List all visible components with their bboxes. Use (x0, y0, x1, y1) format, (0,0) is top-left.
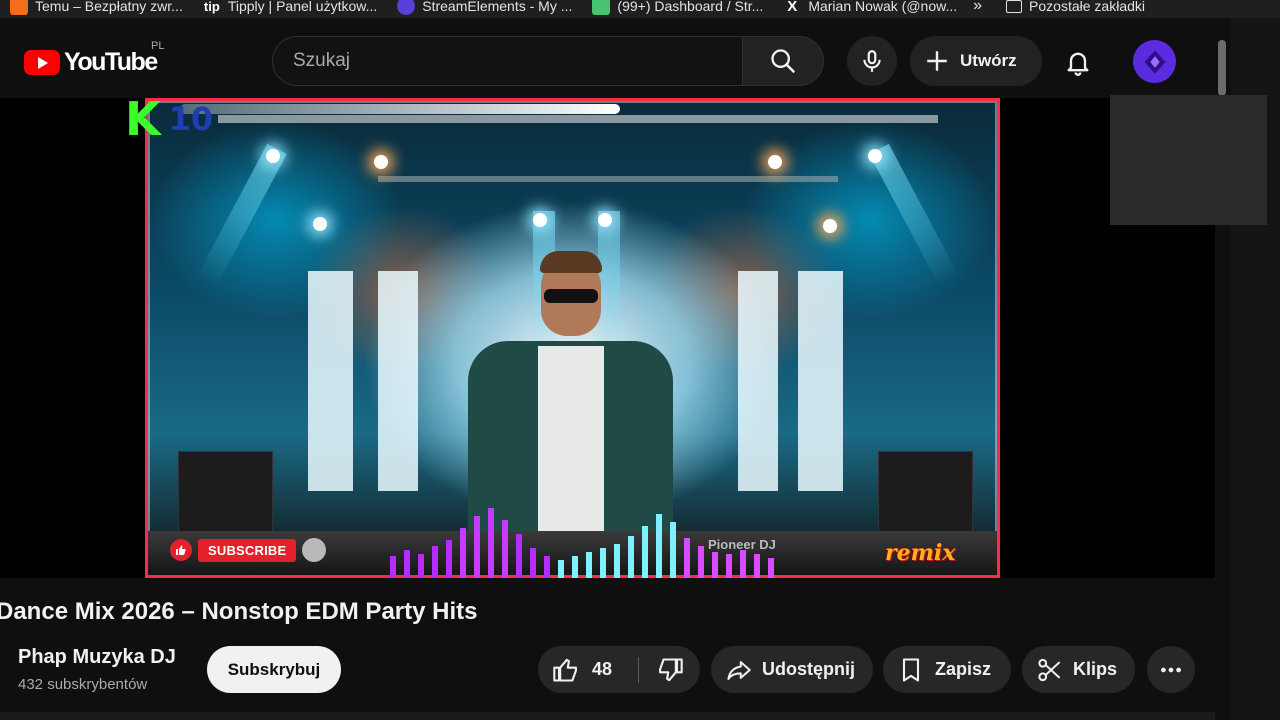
preview-thumbnail[interactable] (1110, 95, 1267, 225)
led-panel (798, 271, 843, 491)
create-label: Utwórz (960, 51, 1017, 70)
led-panel (738, 271, 778, 491)
bookmark-label: StreamElements - My ... (422, 0, 573, 14)
light-beam (869, 143, 960, 287)
more-horizontal-icon (1161, 667, 1181, 672)
stage-truss (378, 176, 838, 182)
bookmark-label: Pozostałe zakładki (1029, 0, 1145, 14)
avatar-logo-icon (1144, 49, 1165, 74)
channel-name[interactable]: Phap Muzyka DJ (18, 646, 176, 669)
youtube-logo[interactable]: YouTube (24, 48, 158, 77)
thumbs-up-icon (553, 658, 577, 682)
search-input[interactable]: Szukaj (272, 36, 742, 86)
bookmarks-overflow-button[interactable]: » (973, 0, 982, 15)
notifications-button[interactable] (1060, 44, 1096, 80)
bookmark-streamelements[interactable]: StreamElements - My ... (387, 0, 582, 15)
dj-sunglasses (544, 289, 598, 303)
stage-light (598, 213, 612, 227)
watermark-number: 10 (168, 100, 214, 138)
save-button[interactable]: Zapisz (883, 646, 1011, 693)
account-avatar[interactable] (1133, 40, 1176, 83)
subscribe-overlay-label: SUBSCRIBE (198, 538, 297, 562)
video-title: Dance Mix 2026 – Nonstop EDM Party Hits (0, 598, 478, 625)
watermark-k: K (125, 92, 161, 146)
channel-watermark: K 10 (125, 96, 213, 142)
stage-light (768, 155, 782, 169)
microphone-icon (863, 50, 881, 72)
clip-button[interactable]: Klips (1022, 646, 1135, 693)
share-arrow-icon (727, 660, 751, 680)
dislike-button[interactable] (639, 656, 700, 684)
search-placeholder: Szukaj (293, 50, 351, 71)
save-label: Zapisz (935, 659, 992, 679)
like-dislike-bar: 48 (538, 646, 700, 693)
page-scrollbar-thumb[interactable] (1218, 40, 1226, 96)
bookmarks-other-folder[interactable]: Pozostałe zakładki (996, 0, 1155, 15)
bookmark-label: Temu – Bezpłatny zwr... (35, 0, 183, 14)
youtube-header: YouTube PL Szukaj Utwórz (0, 18, 1230, 98)
bookmark-label: Tipply | Panel użytkow... (227, 0, 378, 14)
bell-icon (1067, 52, 1089, 76)
logo-text: YouTube (64, 48, 158, 76)
streamelements-icon (397, 0, 416, 15)
bookmark-icon (902, 657, 920, 682)
like-button[interactable]: 48 (538, 656, 638, 684)
thumbs-down-icon (658, 657, 683, 681)
stage-light (313, 217, 327, 231)
led-panel (378, 271, 418, 491)
share-button[interactable]: Udostępnij (711, 646, 873, 693)
dj-hair (540, 251, 602, 273)
share-label: Udostępnij (762, 659, 855, 679)
tipply-icon: tip (203, 0, 220, 14)
subscriber-count: 432 subskrybentów (18, 676, 148, 693)
temu-icon (10, 0, 28, 15)
bookmarks-bar: Temu – Bezpłatny zwr... tip Tipply | Pan… (0, 0, 1280, 18)
stage-truss (218, 115, 938, 123)
plus-icon (927, 51, 947, 71)
thumbs-up-icon (170, 539, 192, 561)
audio-equalizer (390, 508, 774, 578)
stage-light (374, 155, 388, 169)
search-icon (771, 49, 795, 73)
stage-light (266, 149, 280, 163)
x-icon: X (787, 0, 798, 15)
remix-logo: remix (885, 540, 956, 566)
more-actions-button[interactable] (1147, 646, 1195, 693)
bookmark-tipply[interactable]: tip Tipply | Panel użytkow... (193, 0, 387, 15)
subscribe-overlay: SUBSCRIBE (170, 538, 327, 562)
scissors-icon (1038, 658, 1061, 681)
bookmark-dashboard[interactable]: (99+) Dashboard / Str... (582, 0, 773, 15)
stage-light (533, 213, 547, 227)
folder-icon (1006, 0, 1023, 13)
discord-icon (592, 0, 611, 15)
content-divider (0, 712, 1215, 720)
overlay-top-bar (180, 104, 620, 114)
bookmark-x[interactable]: X Marian Nowak (@now... (773, 0, 967, 15)
stage-light (823, 219, 837, 233)
bookmark-temu[interactable]: Temu – Bezpłatny zwr... (0, 0, 193, 15)
create-button[interactable]: Utwórz (910, 36, 1042, 86)
voice-search-button[interactable] (847, 36, 897, 86)
clip-label: Klips (1072, 659, 1117, 679)
bell-icon (302, 538, 327, 562)
bookmark-label: Marian Nowak (@now... (808, 0, 958, 14)
bookmark-label: (99+) Dashboard / Str... (617, 0, 764, 14)
stage-light (868, 149, 882, 163)
led-panel (308, 271, 353, 491)
light-beam (196, 143, 287, 287)
youtube-play-icon (24, 50, 60, 75)
search-button[interactable] (742, 36, 824, 86)
subscribe-button[interactable]: Subskrybuj (207, 646, 341, 693)
like-count: 48 (592, 659, 613, 679)
region-label: PL (151, 40, 165, 52)
